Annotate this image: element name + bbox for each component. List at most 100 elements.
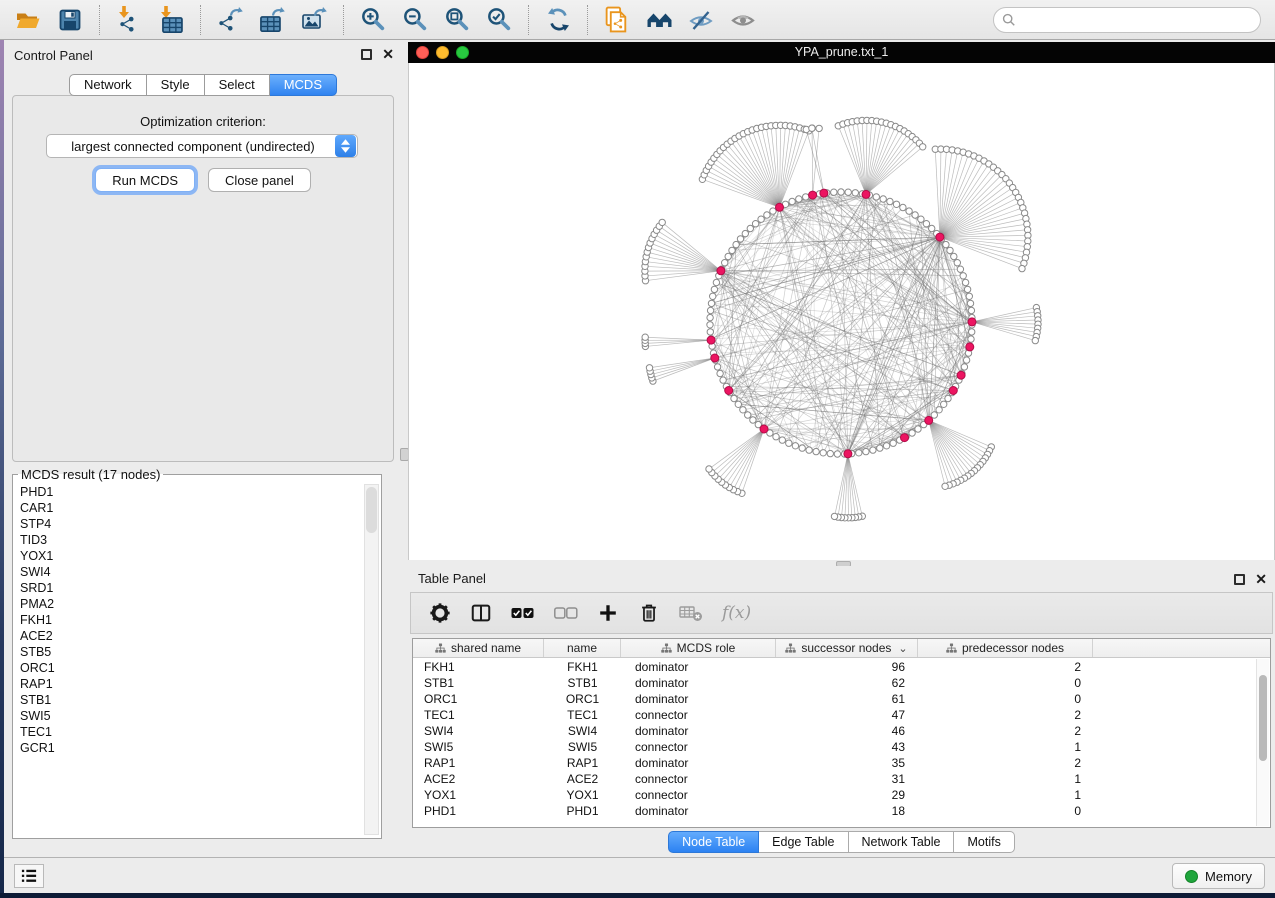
application-window: Control Panel ✕ Network Style Select MCD… <box>0 0 1275 893</box>
table-row[interactable]: STB1STB1dominator620 <box>413 675 1256 691</box>
column-header-shared-name[interactable]: shared name <box>413 639 544 657</box>
network-canvas[interactable] <box>408 63 1275 560</box>
mcds-result-item[interactable]: FKH1 <box>16 612 360 628</box>
tab-network[interactable]: Network <box>69 74 147 96</box>
cell-successor-nodes: 46 <box>776 724 918 738</box>
shared-column-tree-icon <box>435 643 446 654</box>
mcds-result-item[interactable]: SWI5 <box>16 708 360 724</box>
table-row[interactable]: TEC1TEC1connector472 <box>413 707 1256 723</box>
mcds-result-item[interactable]: CAR1 <box>16 500 360 516</box>
mcds-result-item[interactable]: ORC1 <box>16 660 360 676</box>
search-input[interactable] <box>993 7 1261 33</box>
select-all-rows-button[interactable] <box>511 604 535 622</box>
split-pane-button[interactable] <box>470 602 492 624</box>
mcds-result-item[interactable]: SRD1 <box>16 580 360 596</box>
close-panel-icon[interactable]: ✕ <box>1255 573 1267 585</box>
table-scrollbar[interactable] <box>1256 659 1269 826</box>
export-image-button[interactable] <box>296 3 332 37</box>
neighbors-button[interactable] <box>641 3 677 37</box>
cell-predecessor-nodes: 1 <box>918 772 1093 786</box>
refresh-button[interactable] <box>540 3 576 37</box>
mcds-result-item[interactable]: TID3 <box>16 532 360 548</box>
mcds-result-item[interactable]: PMA2 <box>16 596 360 612</box>
zoom-out-button[interactable] <box>397 3 433 37</box>
mcds-result-item[interactable]: TEC1 <box>16 724 360 740</box>
double-house-icon <box>645 7 674 33</box>
zoom-selected-button[interactable] <box>481 3 517 37</box>
mcds-result-item[interactable]: PHD1 <box>16 484 360 500</box>
table-row[interactable]: ACE2ACE2connector311 <box>413 771 1256 787</box>
network-from-selection-button[interactable] <box>599 3 635 37</box>
memory-button[interactable]: Memory <box>1172 863 1265 889</box>
maximize-window-traffic-light[interactable] <box>456 46 469 59</box>
hide-selected-button[interactable] <box>683 3 719 37</box>
function-builder-button-disabled[interactable]: f(x) <box>722 603 751 623</box>
cell-successor-nodes: 96 <box>776 660 918 674</box>
column-header-predecessor-nodes[interactable]: predecessor nodes <box>918 639 1093 657</box>
cell-predecessor-nodes: 0 <box>918 804 1093 818</box>
table-row[interactable]: SWI4SWI4dominator462 <box>413 723 1256 739</box>
mcds-result-item[interactable]: ACE2 <box>16 628 360 644</box>
cell-name: RAP1 <box>544 756 621 770</box>
scrollbar-thumb[interactable] <box>1259 675 1267 761</box>
open-session-button[interactable] <box>10 3 46 37</box>
table-row[interactable]: YOX1YOX1connector291 <box>413 787 1256 803</box>
column-header-name[interactable]: name <box>544 639 621 657</box>
close-panel-button[interactable]: Close panel <box>208 168 311 192</box>
show-all-button[interactable] <box>725 3 761 37</box>
delete-table-button-disabled[interactable] <box>679 603 703 623</box>
toolbar-separator <box>528 5 529 35</box>
import-table-button[interactable] <box>153 3 189 37</box>
export-table-button[interactable] <box>254 3 290 37</box>
zoom-fit-button[interactable] <box>439 3 475 37</box>
minimize-window-traffic-light[interactable] <box>436 46 449 59</box>
mcds-result-list[interactable]: PHD1CAR1STP4TID3YOX1SWI4SRD1PMA2FKH1ACE2… <box>16 484 360 835</box>
table-row[interactable]: ORC1ORC1dominator610 <box>413 691 1256 707</box>
close-window-traffic-light[interactable] <box>416 46 429 59</box>
export-network-button[interactable] <box>212 3 248 37</box>
cell-successor-nodes: 47 <box>776 708 918 722</box>
cell-mcds-role: connector <box>621 772 776 786</box>
tab-select[interactable]: Select <box>205 74 270 96</box>
network-window-title: YPA_prune.txt_1 <box>408 42 1275 63</box>
optimization-criterion-select[interactable]: largest connected component (undirected) <box>46 134 358 158</box>
mcds-result-item[interactable]: RAP1 <box>16 676 360 692</box>
close-panel-icon[interactable]: ✕ <box>382 48 394 60</box>
cell-mcds-role: dominator <box>621 676 776 690</box>
mcds-list-scrollbar[interactable] <box>364 484 379 835</box>
delete-columns-button[interactable] <box>638 602 660 624</box>
mcds-result-item[interactable]: YOX1 <box>16 548 360 564</box>
mcds-result-item[interactable]: STB1 <box>16 692 360 708</box>
save-session-button[interactable] <box>52 3 88 37</box>
import-network-button[interactable] <box>111 3 147 37</box>
mcds-result-item[interactable]: GCR1 <box>16 740 360 756</box>
table-row[interactable]: PHD1PHD1dominator180 <box>413 803 1256 819</box>
run-mcds-button[interactable]: Run MCDS <box>95 168 195 192</box>
zoom-in-button[interactable] <box>355 3 391 37</box>
table-row[interactable]: RAP1RAP1dominator352 <box>413 755 1256 771</box>
tab-style[interactable]: Style <box>147 74 205 96</box>
tab-network-table[interactable]: Network Table <box>849 831 955 853</box>
tab-mcds[interactable]: MCDS <box>270 74 337 96</box>
main-toolbar <box>0 0 1275 40</box>
tab-edge-table[interactable]: Edge Table <box>759 831 848 853</box>
cell-predecessor-nodes: 2 <box>918 660 1093 674</box>
mcds-result-title: MCDS result (17 nodes) <box>18 467 163 482</box>
cell-shared-name: STB1 <box>413 676 544 690</box>
table-row[interactable]: SWI5SWI5connector431 <box>413 739 1256 755</box>
column-header-successor-nodes[interactable]: successor nodes ⌄ <box>776 639 918 657</box>
float-panel-icon[interactable] <box>1234 574 1245 585</box>
deselect-all-rows-button[interactable] <box>554 604 578 622</box>
mcds-result-item[interactable]: SWI4 <box>16 564 360 580</box>
tab-node-table[interactable]: Node Table <box>668 831 759 853</box>
tab-motifs[interactable]: Motifs <box>954 831 1014 853</box>
mcds-result-item[interactable]: STB5 <box>16 644 360 660</box>
split-pane-icon <box>470 602 492 624</box>
task-history-button[interactable] <box>14 864 44 888</box>
float-panel-icon[interactable] <box>361 49 372 60</box>
mcds-result-item[interactable]: STP4 <box>16 516 360 532</box>
table-row[interactable]: FKH1FKH1dominator962 <box>413 659 1256 675</box>
table-settings-button[interactable] <box>429 602 451 624</box>
add-column-button[interactable] <box>597 602 619 624</box>
column-header-mcds-role[interactable]: MCDS role <box>621 639 776 657</box>
